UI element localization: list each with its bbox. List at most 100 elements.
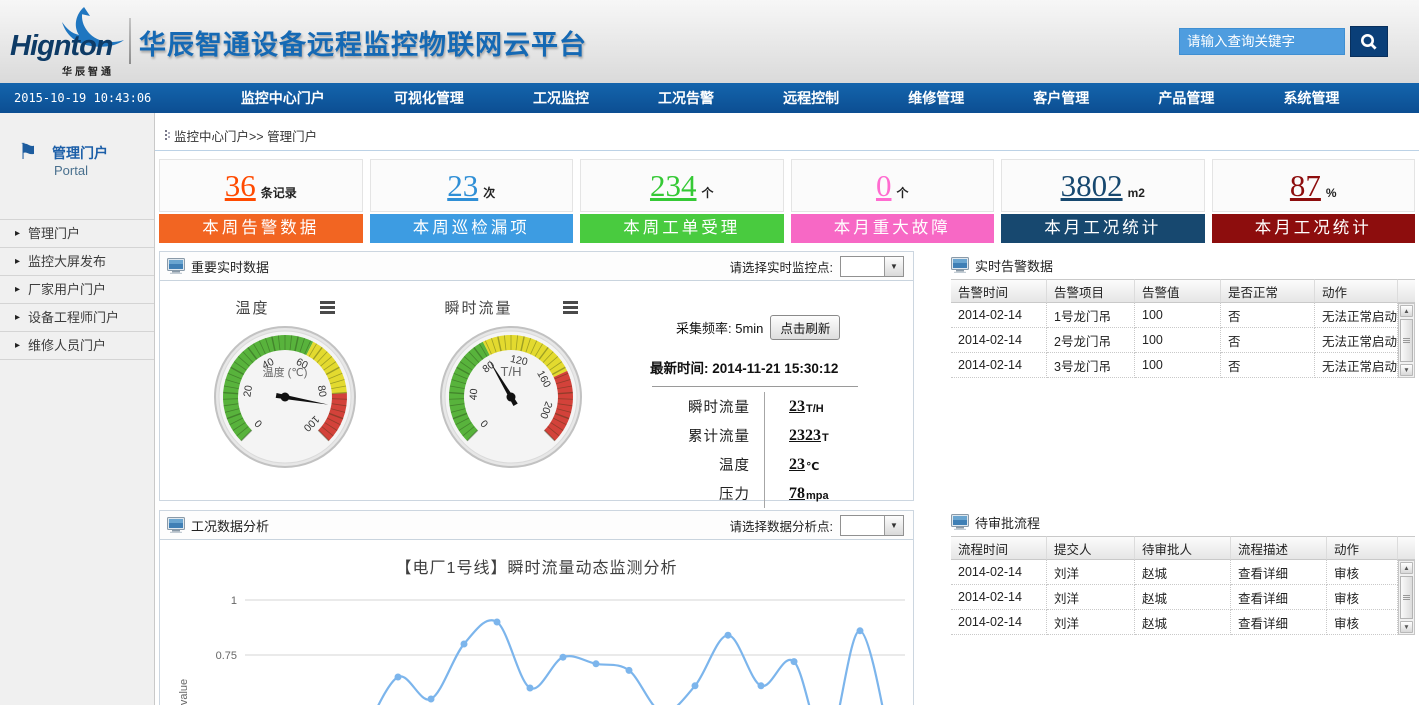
sidebar-item-big-screen-publish[interactable]: ▸监控大屏发布 (0, 248, 154, 276)
table-cell[interactable]: 查看详细 (1231, 585, 1327, 610)
scroll-thumb[interactable] (1400, 576, 1413, 619)
panel-title: 待审批流程 (975, 513, 1040, 532)
card-value-link[interactable]: 36 (225, 170, 256, 201)
table-cell[interactable]: 查看详细 (1231, 560, 1327, 585)
card-unit: 条记录 (261, 184, 297, 201)
card-label-bar[interactable]: 本月重大故障 (791, 214, 995, 243)
main-content: 监控中心门户>> 管理门户 36 条记录 本周告警数据 23 次 本周巡检漏项 23… (155, 113, 1419, 705)
card-label-bar[interactable]: 本周巡检漏项 (370, 214, 574, 243)
table-cell: 3号龙门吊 (1047, 353, 1135, 378)
metric-value: 2323 (789, 427, 821, 445)
chart-title: 【电厂1号线】瞬时流量动态监测分析 (160, 554, 913, 578)
breadcrumb: 监控中心门户>> 管理门户 (155, 113, 1419, 150)
card-value-link[interactable]: 0 (876, 170, 892, 201)
monitor-icon (951, 257, 969, 273)
drag-dots-icon (165, 130, 167, 132)
scrollbar[interactable]: ▲▼ (1398, 303, 1415, 378)
card-unit: 个 (701, 184, 713, 201)
metric-label: 压力 (650, 479, 750, 508)
logo-subtext: 华辰智通 (62, 63, 114, 78)
nav-item-product-management[interactable]: 产品管理 (1158, 88, 1214, 108)
nav-item-system-management[interactable]: 系统管理 (1283, 88, 1339, 108)
table-cell[interactable]: 查看详细 (1231, 610, 1327, 635)
scroll-down-icon[interactable]: ▼ (1400, 364, 1413, 376)
search-button[interactable] (1350, 26, 1388, 57)
monitor-point-select-label: 请选择实时监控点: (730, 257, 833, 276)
nav-item-customer-management[interactable]: 客户管理 (1033, 88, 1089, 108)
metric-unit: T/H (806, 403, 824, 415)
card-unit: 次 (483, 184, 495, 201)
scroll-down-icon[interactable]: ▼ (1400, 621, 1413, 633)
realtime-values: 采集频率: 5min 点击刷新 最新时间: 2014-11-21 15:30:1… (624, 289, 907, 500)
card-monthly-condition-percent: 87% 本月工况统计 (1212, 159, 1416, 243)
table-cell: 100 (1135, 328, 1221, 353)
table-cell: 2014-02-14 (951, 585, 1047, 610)
scroll-up-icon[interactable]: ▲ (1400, 562, 1413, 574)
column-header: 动作 (1327, 536, 1398, 560)
panel-header: 重要实时数据 请选择实时监控点: ▼ (160, 252, 913, 281)
collect-frequency-label: 采集频率: 5min (676, 318, 763, 337)
temperature-gauge-block: 温度 020406080100温度 (℃) (172, 289, 398, 500)
realtime-body: 温度 020406080100温度 (℃) 瞬时流量 (160, 281, 913, 500)
nav-item-condition-monitoring[interactable]: 工况监控 (533, 88, 589, 108)
card-value-area: 3802m2 (1001, 159, 1205, 212)
card-value-link[interactable]: 23 (447, 170, 478, 201)
realtime-point-select[interactable]: ▼ (840, 256, 904, 277)
sidebar-menu: ▸管理门户 ▸监控大屏发布 ▸厂家用户门户 ▸设备工程师门户 ▸维修人员门户 (0, 219, 154, 360)
sidebar-item-device-engineer-portal[interactable]: ▸设备工程师门户 (0, 304, 154, 332)
table-cell[interactable]: 审核 (1327, 560, 1398, 585)
search-icon (1359, 32, 1379, 52)
scroll-thumb[interactable] (1400, 319, 1413, 362)
scroll-up-icon[interactable]: ▲ (1400, 305, 1413, 317)
card-label-bar[interactable]: 本周告警数据 (159, 214, 363, 243)
nav-item-condition-alarm[interactable]: 工况告警 (658, 88, 714, 108)
card-monthly-major-fault: 0个 本月重大故障 (791, 159, 995, 243)
sidebar-item-management-portal[interactable]: ▸管理门户 (0, 220, 154, 248)
triangle-bullet-icon: ▸ (15, 332, 20, 360)
table-cell: 1号龙门吊 (1047, 303, 1135, 328)
flow-line-chart: 10.750.5value (160, 584, 911, 705)
panel-header: 实时告警数据 (951, 251, 1415, 279)
approval-table: 流程时间提交人待审批人流程描述动作2014-02-14刘洋赵城查看详细审核201… (951, 536, 1415, 635)
flow-gauge-block: 瞬时流量 04080120160200T/H (398, 289, 624, 500)
table-cell: 2014-02-14 (951, 353, 1047, 378)
card-label-bar[interactable]: 本月工况统计 (1001, 214, 1205, 243)
svg-text:80: 80 (315, 384, 329, 398)
search-input[interactable] (1179, 28, 1345, 55)
nav-item-maintenance-management[interactable]: 维修管理 (908, 88, 964, 108)
svg-text:20: 20 (241, 384, 255, 398)
sidebar-item-maintenance-staff-portal[interactable]: ▸维修人员门户 (0, 332, 154, 360)
card-value-link[interactable]: 87 (1290, 170, 1321, 201)
card-value-link[interactable]: 3802 (1061, 170, 1123, 201)
flag-icon: ⚑ (18, 139, 38, 165)
table-cell[interactable]: 审核 (1327, 585, 1398, 610)
hamburger-menu-icon[interactable] (563, 301, 578, 314)
metric-unit: ℃ (806, 460, 819, 473)
nav-item-remote-control[interactable]: 远程控制 (783, 88, 839, 108)
nav-item-monitoring-center-portal[interactable]: 监控中心门户 (241, 88, 325, 108)
table-cell[interactable]: 审核 (1327, 610, 1398, 635)
card-label-bar[interactable]: 本周工单受理 (580, 214, 784, 243)
triangle-bullet-icon: ▸ (15, 304, 20, 332)
sidebar-item-factory-user-portal[interactable]: ▸厂家用户门户 (0, 276, 154, 304)
table-cell: 2014-02-14 (951, 303, 1047, 328)
nav-item-visual-management[interactable]: 可视化管理 (394, 88, 464, 108)
scrollbar[interactable]: ▲▼ (1398, 560, 1415, 635)
metric-row: 压力 78mpa (650, 479, 895, 508)
card-value-link[interactable]: 234 (650, 170, 697, 201)
analysis-point-select[interactable]: ▼ (840, 515, 904, 536)
panel-title: 重要实时数据 (191, 257, 269, 276)
card-label-bar[interactable]: 本月工况统计 (1212, 214, 1416, 243)
portal-header[interactable]: ⚑ 管理门户 Portal (0, 113, 154, 199)
table-cell: 否 (1221, 353, 1315, 378)
banner: Hignton 华辰智通 华辰智通设备远程监控物联网云平台 (0, 0, 1419, 83)
nav-timestamp: 2015-10-19 10:43:06 (14, 91, 151, 105)
triangle-bullet-icon: ▸ (15, 248, 20, 276)
sidebar-item-label: 厂家用户门户 (28, 282, 106, 297)
panel-title: 实时告警数据 (975, 256, 1053, 275)
table-cell: 赵城 (1135, 560, 1231, 585)
hamburger-menu-icon[interactable] (320, 301, 335, 314)
refresh-button[interactable]: 点击刷新 (770, 315, 840, 340)
svg-text:0.75: 0.75 (216, 650, 237, 662)
column-header: 待审批人 (1135, 536, 1231, 560)
